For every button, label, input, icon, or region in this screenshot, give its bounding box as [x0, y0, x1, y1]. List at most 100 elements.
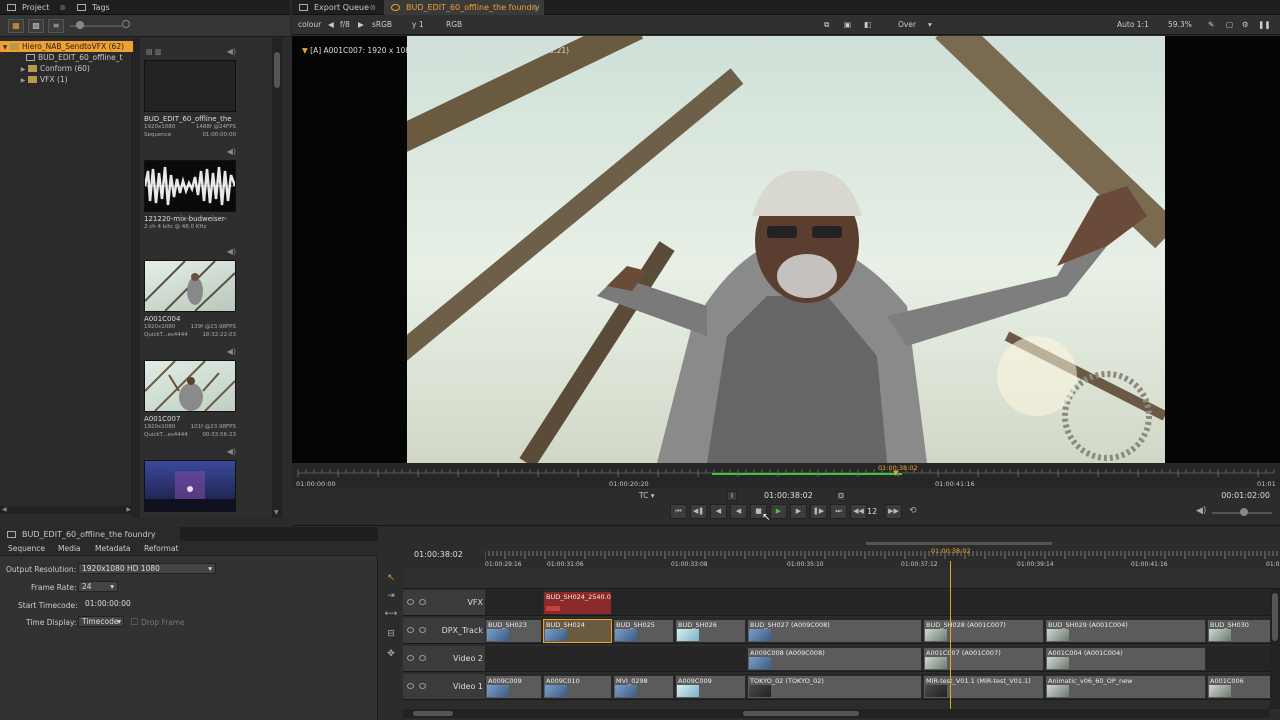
tab-media[interactable]: Media [58, 544, 81, 553]
guides-icon[interactable]: ◧ [864, 20, 871, 29]
volume-icon[interactable]: ◀) [1196, 506, 1206, 516]
go-to-end-button[interactable]: ⏭ [830, 504, 847, 519]
timeline-clip[interactable]: BUD_SH026 [675, 619, 746, 643]
bin-scrollbar[interactable]: ▼ [272, 38, 282, 518]
tab-tags[interactable]: Tags [70, 0, 140, 15]
visibility-eye-icon[interactable] [419, 599, 426, 605]
timeline-clip[interactable]: A009C008 (A009C008) [747, 647, 922, 671]
timeline-clip[interactable]: BUD_SH024 [543, 619, 612, 643]
timeline-clip[interactable]: A009C009 [675, 675, 746, 699]
scrollbar-thumb[interactable] [274, 52, 280, 88]
list-view-button[interactable]: ≡ [48, 19, 64, 33]
current-timecode[interactable]: 01:00:38:02 [764, 491, 813, 500]
step-frames-value[interactable]: 12 [867, 507, 877, 516]
zoom-percent-dropdown[interactable]: 59.3% [1168, 20, 1192, 29]
tree-item-sequence[interactable]: BUD_EDIT_60_offline_t [0, 52, 133, 63]
tab-sequence-viewer[interactable]: BUD_EDIT_60_offline_the foundry ⊗ [384, 0, 544, 15]
track-row[interactable]: A009C008 (A009C008) A001C007 (A001C007) A0… [485, 646, 1280, 672]
bin-item-sequence[interactable]: ▤ ▥ ◀) BUD_EDIT_60_offline_the 1920x1080… [144, 46, 236, 146]
fullscreen-icon[interactable]: ▢ [1226, 20, 1233, 29]
close-icon[interactable]: ⊗ [59, 0, 66, 15]
timeline-clip[interactable]: A001C007 (A001C007) [923, 647, 1044, 671]
timeline-ruler[interactable]: 01:00:29:16 01:00:31:06 01:00:33:08 01:0… [485, 547, 1280, 569]
go-to-start-button[interactable]: ⏮ [670, 504, 687, 519]
track-row[interactable]: BUD_SH023 BUD_SH024 BUD_SH025 BUD_SH026 BUD_… [485, 618, 1280, 644]
scrollbar-thumb[interactable] [743, 711, 859, 716]
settings-icon[interactable]: ⚙ [1242, 20, 1249, 29]
track-row[interactable]: A009C009 A009C010 MVI_0298 A009C009 TOKYO_02… [485, 674, 1280, 700]
step-back-button[interactable]: ◀ [710, 504, 727, 519]
loop-icon[interactable]: ⟲ [909, 506, 917, 516]
razor-tool-icon[interactable]: ⊟ [384, 629, 398, 641]
track-header[interactable]: Video 1 [403, 674, 485, 700]
step-forward-button[interactable]: ▶ [790, 504, 807, 519]
header-hscrollbar[interactable] [403, 709, 485, 718]
slider-handle[interactable] [76, 21, 84, 29]
track-header[interactable]: DPX_Track [403, 618, 485, 644]
track-header[interactable]: Video 2 [403, 646, 485, 672]
expand-triangle-icon[interactable]: ▶ [18, 75, 28, 85]
visibility-eye-icon[interactable] [419, 683, 426, 689]
start-timecode-field[interactable]: 01:00:00:00 [82, 599, 142, 610]
info-collapse-icon[interactable]: ▼ [302, 46, 310, 55]
bin-item-clip-stage[interactable]: ◀) [144, 446, 236, 516]
viewer-timeline-ruler[interactable]: 01:00:38:02 ▼ 01:00:00:00 01:00:20:20 01… [292, 463, 1280, 488]
dropdown-caret-icon[interactable]: ▾ [928, 20, 932, 29]
timeline-clip[interactable]: BUD_SH029 (A001C004) [1045, 619, 1206, 643]
scrollbar-thumb[interactable] [1272, 593, 1278, 641]
timeline-clip[interactable]: BUD_SH030 [1207, 619, 1279, 643]
timeline-clip[interactable]: BUD_SH027 (A009C008) [747, 619, 922, 643]
scrollbar-thumb[interactable] [413, 711, 453, 716]
tab-project[interactable]: Project ⊗ [0, 0, 72, 15]
skip-back-frames-button[interactable]: ◀◀ [850, 504, 867, 519]
expand-triangle-icon[interactable]: ▼ [0, 42, 10, 52]
timeline-clip[interactable]: A001C006 [1207, 675, 1279, 699]
drop-frame-checkbox[interactable] [131, 618, 138, 625]
pause-icon[interactable]: ❚❚ [1258, 20, 1271, 29]
search-icon[interactable] [122, 20, 130, 28]
exposure-increase-icon[interactable]: ▶ [358, 20, 364, 29]
timeline-clip[interactable]: BUD_SH024_2540.0% [543, 591, 612, 615]
lock-icon[interactable] [407, 683, 414, 689]
in-point-button[interactable]: I [727, 491, 737, 501]
channels-dropdown[interactable]: RGB [446, 20, 462, 29]
output-resolution-dropdown[interactable]: 1920x1080 HD 1080 ▾ [78, 563, 216, 574]
timeline-playhead[interactable] [950, 561, 951, 713]
viewer-canvas[interactable]: ▼ [A] A001C007: 1920 x 1080 – 23.98 FPS … [292, 36, 1280, 463]
tab-export-queue[interactable]: Export Queue ⊗ [292, 0, 382, 15]
timeline-clip[interactable]: A009C009 [485, 675, 542, 699]
lock-icon[interactable] [407, 599, 414, 605]
visibility-eye-icon[interactable] [419, 627, 426, 633]
expand-triangle-icon[interactable]: ▶ [18, 64, 28, 74]
tc-mode-dropdown[interactable]: TC ▾ [639, 491, 655, 500]
track-row[interactable]: BUD_SH024_2540.0% [485, 590, 1280, 616]
timeline-clip[interactable]: MIR-test_V01.1 (MIR-test_V01.1) [923, 675, 1044, 699]
scroll-right-arrow-icon[interactable]: ▶ [126, 506, 131, 513]
tree-item-root-bin[interactable]: ▼ Hiero_NAB_SendtoVFX (62) [0, 41, 133, 52]
tab-sequence[interactable]: Sequence [8, 544, 45, 553]
timeline-clip[interactable]: MVI_0298 [613, 675, 674, 699]
timeline-clip[interactable]: BUD_SH023 [485, 619, 542, 643]
lock-icon[interactable] [407, 655, 414, 661]
timeline-clip[interactable]: Animatic_v06_60_OP_new [1045, 675, 1206, 699]
out-point-button[interactable]: O [836, 491, 846, 501]
close-icon[interactable]: ⊗ [531, 0, 538, 15]
compare-icon[interactable]: ⧉ [824, 20, 829, 30]
tab-metadata[interactable]: Metadata [95, 544, 131, 553]
track-select-tool-icon[interactable]: ⇥ [384, 591, 398, 603]
frame-rate-dropdown[interactable]: 24 ▾ [78, 581, 118, 592]
tree-item-vfx[interactable]: ▶ VFX (1) [0, 74, 133, 85]
visibility-eye-icon[interactable] [419, 655, 426, 661]
timeline-clip[interactable]: BUD_SH025 [613, 619, 674, 643]
timeline-current-tc[interactable]: 01:00:38:02 [414, 550, 463, 559]
tab-sequence-properties[interactable]: BUD_EDIT_60_offline_the foundry [0, 527, 180, 542]
lock-icon[interactable] [407, 627, 414, 633]
play-reverse-button[interactable]: ◀ [730, 504, 747, 519]
timeline-vscrollbar[interactable] [1270, 589, 1280, 709]
scroll-down-arrow-icon[interactable]: ▼ [274, 509, 279, 516]
timeline-hscrollbar[interactable] [485, 709, 1270, 718]
lut-dropdown[interactable]: sRGB [372, 20, 392, 29]
tree-hscrollbar[interactable]: ◀ ▶ [0, 506, 133, 514]
skip-forward-frames-button[interactable]: ▶▶ [885, 504, 902, 519]
timeline-clip[interactable]: A001C004 (A001C004) [1045, 647, 1206, 671]
